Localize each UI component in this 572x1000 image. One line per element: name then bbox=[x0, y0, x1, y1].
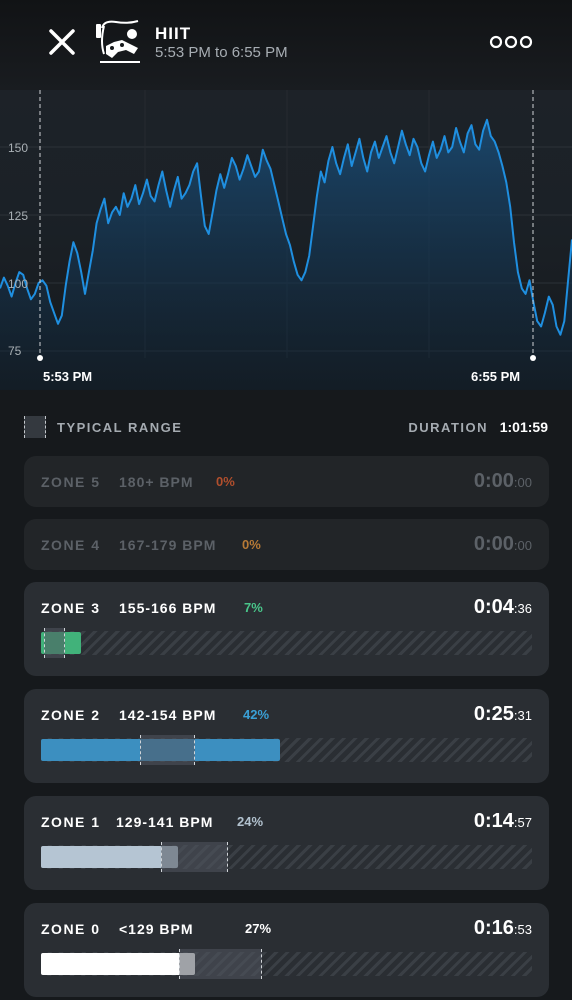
y-tick-label: 125 bbox=[8, 209, 29, 223]
workout-title: HIIT bbox=[155, 24, 192, 43]
duration-value: 1:01:59 bbox=[499, 419, 548, 435]
zone-percentage: 42% bbox=[243, 707, 270, 722]
zone-card-1[interactable]: ZONE 1 129-141 BPM 24% 0:14:57 bbox=[24, 796, 549, 890]
typical-range-marker bbox=[179, 949, 262, 979]
zone-duration-seconds: :36 bbox=[513, 601, 532, 616]
zone-card-4[interactable]: ZONE 4 167-179 BPM 0% 0:00:00 bbox=[24, 519, 549, 570]
zone-card-5[interactable]: ZONE 5 180+ BPM 0% 0:00:00 bbox=[24, 456, 549, 507]
zone-percentage: 7% bbox=[244, 600, 263, 615]
close-icon[interactable] bbox=[44, 24, 80, 60]
top-bar: HIIT 5:53 PM to 6:55 PM bbox=[0, 0, 572, 90]
zone-percentage: 0% bbox=[216, 474, 235, 489]
zone-card-2[interactable]: ZONE 2 142-154 BPM 42% 0:25:31 bbox=[24, 689, 549, 783]
typical-range-marker bbox=[44, 628, 65, 658]
more-options-icon[interactable] bbox=[488, 32, 534, 52]
zone-duration-main: 0:25 bbox=[473, 703, 514, 725]
zone-name: ZONE 4 bbox=[41, 537, 101, 553]
zone-card-3[interactable]: ZONE 3 155-166 BPM 7% 0:04:36 bbox=[24, 582, 549, 676]
zone-name: ZONE 3 bbox=[41, 600, 101, 616]
zone-duration-seconds: :57 bbox=[513, 815, 532, 830]
end-marker-dot bbox=[530, 355, 536, 361]
typical-range-label: TYPICAL RANGE bbox=[57, 420, 183, 435]
zone-progress-track bbox=[41, 842, 532, 872]
zone-progress-track bbox=[41, 949, 532, 979]
zone-duration: 0:25:31 bbox=[474, 703, 532, 726]
zone-duration-main: 0:00 bbox=[473, 470, 514, 492]
zone-progress-fill bbox=[41, 846, 178, 868]
zone-duration-seconds: :53 bbox=[513, 922, 532, 937]
start-time-label: 5:53 PM bbox=[43, 369, 93, 384]
zone-bpm-range: 180+ BPM bbox=[119, 474, 194, 490]
zone-percentage: 24% bbox=[237, 814, 264, 829]
zone-name: ZONE 1 bbox=[41, 814, 101, 830]
typical-range-marker bbox=[140, 735, 195, 765]
heart-rate-plot bbox=[0, 90, 572, 390]
zone-duration: 0:04:36 bbox=[474, 596, 532, 619]
duration-label: DURATION bbox=[408, 420, 488, 435]
hiit-activity-icon bbox=[96, 20, 140, 63]
zone-bpm-range: 155-166 BPM bbox=[119, 600, 217, 616]
zone-percentage: 0% bbox=[242, 537, 261, 552]
heart-rate-area bbox=[0, 119, 572, 390]
zone-name: ZONE 0 bbox=[41, 921, 101, 937]
start-marker-dot bbox=[37, 355, 43, 361]
zone-duration-seconds: :00 bbox=[513, 538, 532, 553]
zone-duration: 0:00:00 bbox=[474, 470, 532, 493]
zone-duration-seconds: :00 bbox=[513, 475, 532, 490]
y-tick-label: 75 bbox=[8, 344, 22, 358]
y-tick-label: 100 bbox=[8, 277, 29, 291]
legend-row: TYPICAL RANGE DURATION 1:01:59 bbox=[0, 414, 572, 440]
zone-bpm-range: 142-154 BPM bbox=[119, 707, 217, 723]
zone-card-0[interactable]: ZONE 0 <129 BPM 27% 0:16:53 bbox=[24, 903, 549, 997]
zone-name: ZONE 2 bbox=[41, 707, 101, 723]
zone-bpm-range: 129-141 BPM bbox=[116, 814, 214, 830]
typical-range-swatch bbox=[24, 416, 46, 438]
zone-duration-seconds: :31 bbox=[513, 708, 532, 723]
workout-time-range: 5:53 PM to 6:55 PM bbox=[155, 44, 288, 61]
heart-rate-chart[interactable]: 150 125 100 75 5:53 PM 6:55 PM bbox=[0, 90, 572, 390]
zone-duration-main: 0:16 bbox=[473, 917, 514, 939]
zone-name: ZONE 5 bbox=[41, 474, 101, 490]
zone-duration-main: 0:00 bbox=[473, 533, 514, 555]
zone-bpm-range: <129 BPM bbox=[119, 921, 194, 937]
zone-percentage: 27% bbox=[245, 921, 272, 936]
y-tick-label: 150 bbox=[8, 141, 29, 155]
zone-progress-track bbox=[41, 628, 532, 658]
zone-duration-main: 0:04 bbox=[473, 596, 514, 618]
zone-progress-fill bbox=[41, 953, 195, 975]
typical-range-marker bbox=[161, 842, 228, 872]
end-time-label: 6:55 PM bbox=[471, 369, 521, 384]
zone-duration: 0:14:57 bbox=[474, 810, 532, 833]
zone-bpm-range: 167-179 BPM bbox=[119, 537, 217, 553]
zone-duration-main: 0:14 bbox=[473, 810, 514, 832]
zone-duration: 0:16:53 bbox=[474, 917, 532, 940]
zone-duration: 0:00:00 bbox=[474, 533, 532, 556]
zone-progress-track bbox=[41, 735, 532, 765]
